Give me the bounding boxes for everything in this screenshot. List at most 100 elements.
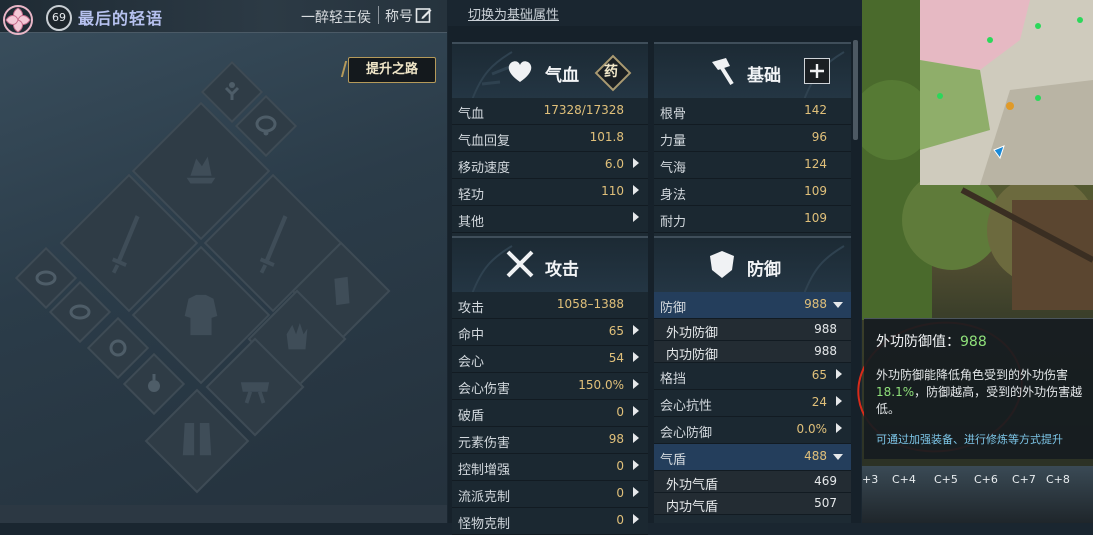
stat-row[interactable]: 格挡 65: [654, 363, 851, 390]
title-button[interactable]: 称号: [385, 6, 413, 26]
stat-label: 轻功: [458, 188, 485, 203]
stat-label: 格挡: [660, 372, 687, 387]
fangyu-panel: 防御 防御 988 外功防御 988 内功防御 988 格挡 65 会心抗性 24 会心防御 0.0%…: [654, 236, 851, 523]
fangyu-header: 防御: [654, 236, 851, 294]
stat-row[interactable]: 会心抗性 24: [654, 390, 851, 417]
stat-value: 488: [804, 449, 827, 463]
upgrade-path-button[interactable]: 提升之路: [348, 57, 436, 83]
title-divider: [378, 6, 379, 24]
add-point-button[interactable]: [804, 58, 830, 84]
expand-arrow-icon[interactable]: [633, 487, 639, 497]
stat-row[interactable]: 力量 96: [654, 125, 851, 152]
stat-label: 会心抗性: [660, 399, 713, 414]
hotkey-6[interactable]: C+8: [1046, 473, 1070, 486]
stat-label: 气血回复: [458, 134, 511, 149]
hammer-icon: [712, 58, 734, 86]
stat-label: 气血: [458, 107, 485, 122]
hotkey-2[interactable]: C+4: [892, 473, 916, 486]
hotkey-3[interactable]: C+5: [934, 473, 958, 486]
stat-label: 其他: [458, 215, 485, 230]
stat-row[interactable]: 命中 65: [452, 319, 648, 346]
flower-emblem-icon: [3, 5, 33, 35]
stat-label: 元素伤害: [458, 436, 511, 451]
stat-row[interactable]: 攻击 1058–1388: [452, 292, 648, 319]
jade-icon: [109, 339, 127, 357]
hotkey-1[interactable]: +3: [862, 473, 878, 486]
stat-row[interactable]: 破盾 0: [452, 400, 648, 427]
gongji-header: 攻击: [452, 236, 648, 294]
jichu-title: 基础: [747, 66, 781, 86]
hotkey-5[interactable]: C+7: [1012, 473, 1036, 486]
stat-row[interactable]: 气血 17328/17328: [452, 98, 648, 125]
stat-value: 0: [616, 405, 624, 419]
stat-row[interactable]: 会心防御 0.0%: [654, 417, 851, 444]
stat-row[interactable]: 流派克制 0: [452, 481, 648, 508]
stat-value: 96: [811, 130, 827, 144]
stat-label: 流派克制: [458, 490, 511, 505]
equipment-panel: 69 最后的轻语 一醉轻王侯 称号 提升之路: [0, 0, 447, 523]
minimap[interactable]: [920, 0, 1093, 185]
stat-row[interactable]: 身法 109: [654, 179, 851, 206]
tooltip-hint: 可通过加强装备、进行修炼等方式提升: [876, 433, 1063, 446]
stat-label: 会心伤害: [458, 382, 511, 397]
stat-row[interactable]: 气盾 488: [654, 444, 851, 471]
stat-label: 移动速度: [458, 161, 511, 176]
expand-arrow-icon[interactable]: [633, 406, 639, 416]
tooltip-title-label: 外功防御值：: [876, 334, 960, 350]
stat-row[interactable]: 控制增强 0: [452, 454, 648, 481]
expand-arrow-icon[interactable]: [836, 369, 842, 379]
expand-arrow-icon[interactable]: [633, 212, 639, 222]
stat-value: 109: [804, 184, 827, 198]
stat-row[interactable]: 会心 54: [452, 346, 648, 373]
character-title: 一醉轻王侯: [301, 10, 371, 26]
stat-label: 会心: [458, 355, 485, 370]
stat-value: 507: [814, 496, 837, 510]
expand-arrow-icon[interactable]: [836, 423, 842, 433]
qixue-title: 气血: [545, 66, 579, 86]
expand-arrow-icon[interactable]: [633, 158, 639, 168]
stat-row[interactable]: 气海 124: [654, 152, 851, 179]
pendant-icon: [148, 374, 160, 392]
necklace-icon: [255, 115, 277, 136]
collapse-arrow-icon[interactable]: [833, 302, 843, 308]
expand-arrow-icon[interactable]: [633, 433, 639, 443]
stat-row[interactable]: 防御 988: [654, 292, 851, 319]
stat-label: 攻击: [458, 301, 485, 316]
expand-arrow-icon[interactable]: [836, 396, 842, 406]
stat-value: 65: [608, 324, 624, 338]
stat-row[interactable]: 其他: [452, 206, 648, 233]
stat-row[interactable]: 气血回复 101.8: [452, 125, 648, 152]
expand-arrow-icon[interactable]: [633, 352, 639, 362]
expand-arrow-icon[interactable]: [633, 460, 639, 470]
stat-row: 内功气盾 507: [654, 493, 851, 515]
stat-row[interactable]: 根骨 142: [654, 98, 851, 125]
expand-arrow-icon[interactable]: [633, 185, 639, 195]
shield-icon: [710, 251, 734, 278]
tooltip-value: 988: [960, 334, 987, 350]
expand-arrow-icon[interactable]: [633, 379, 639, 389]
stat-row[interactable]: 移动速度 6.0: [452, 152, 648, 179]
stat-value: 24: [811, 395, 827, 409]
switch-basic-attributes-link[interactable]: 切换为基础属性: [468, 4, 559, 23]
stat-label: 外功防御: [666, 326, 719, 341]
jichu-panel: 基础 根骨 142 力量 96 气海 124 身法 109 耐力 109: [654, 42, 851, 248]
stat-row[interactable]: 轻功 110: [452, 179, 648, 206]
expand-arrow-icon[interactable]: [633, 325, 639, 335]
edit-icon[interactable]: [415, 6, 433, 24]
stat-value: 0: [616, 513, 624, 527]
tooltip-description: 外功防御能降低角色受到的外功伤害18.1%，防御越高，受到的外功伤害越低。: [876, 367, 1088, 418]
stat-row[interactable]: 耐力 109: [654, 206, 851, 233]
qixue-header: 气血 药: [452, 42, 648, 100]
stat-label: 会心防御: [660, 426, 713, 441]
stat-value: 0.0%: [796, 422, 828, 436]
stat-row[interactable]: 会心伤害 150.0%: [452, 373, 648, 400]
stat-value: 101.8: [589, 130, 624, 144]
stat-row[interactable]: 元素伤害 98: [452, 427, 648, 454]
scrollbar[interactable]: [853, 40, 858, 140]
collapse-arrow-icon[interactable]: [833, 454, 843, 460]
stat-label: 破盾: [458, 409, 485, 424]
tooltip-desc-pre: 外功防御能降低角色受到的外功伤害: [876, 368, 1069, 382]
tooltip-percent: 18.1%: [876, 385, 915, 399]
stat-row[interactable]: 怪物克制 0: [452, 508, 648, 535]
hotkey-4[interactable]: C+6: [974, 473, 998, 486]
